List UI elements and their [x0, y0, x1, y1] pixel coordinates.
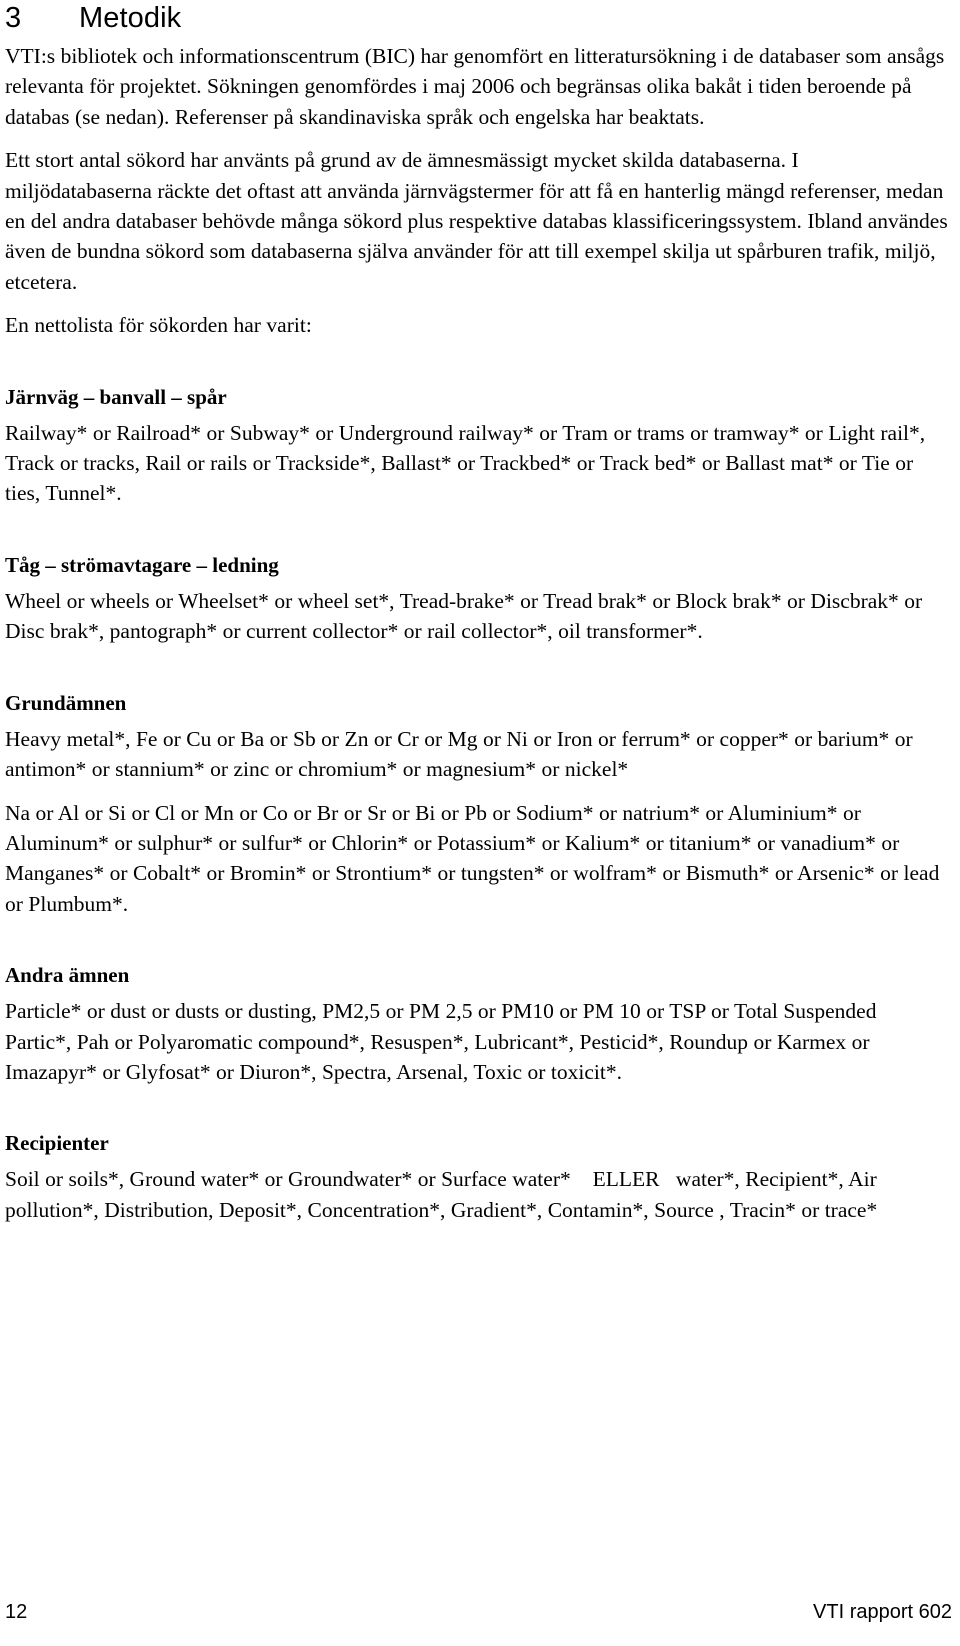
- footer-page-number: 12: [5, 1601, 28, 1623]
- page-content: 3 Metodik VTI:s bibliotek och informatio…: [5, 0, 948, 1225]
- section-body-grundamnen-2: Na or Al or Si or Cl or Mn or Co or Br o…: [5, 800, 940, 916]
- chapter-number: 3: [5, 2, 22, 34]
- section-body-jarnvag: Railway* or Railroad* or Subway* or Unde…: [5, 420, 926, 506]
- section-body-andra-amnen: Particle* or dust or dusts or dusting, P…: [5, 999, 877, 1084]
- section-body-grundamnen-1: Heavy metal*, Fe or Cu or Ba or Sb or Zn…: [5, 726, 913, 782]
- document-page: 3 Metodik VTI:s bibliotek och informatio…: [0, 0, 960, 1646]
- section-body-tag: Wheel or wheels or Wheelset* or wheel se…: [5, 588, 923, 644]
- section-heading-grundamnen: Grundämnen: [5, 690, 127, 715]
- page-footer: 12 VTI rapport 602: [5, 1600, 952, 1624]
- footer-report-reference: VTI rapport 602: [813, 1601, 952, 1623]
- section-heading-tag: Tåg – strömavtagare – ledning: [5, 552, 279, 577]
- page-title: 3 Metodik: [5, 0, 948, 33]
- intro-paragraph-3: En nettolista för sökorden har varit:: [5, 313, 312, 338]
- section-heading-recipienter: Recipienter: [5, 1131, 109, 1156]
- intro-paragraph-1: VTI:s bibliotek och informationscentrum …: [5, 44, 945, 129]
- intro-paragraph-2: Ett stort antal sökord har använts på gr…: [5, 148, 948, 294]
- section-heading-jarnvag: Järnväg – banvall – spår: [5, 384, 227, 409]
- chapter-title: Metodik: [79, 2, 182, 34]
- section-body-recipienter: Soil or soils*, Ground water* or Groundw…: [5, 1167, 883, 1222]
- section-heading-andra-amnen: Andra ämnen: [5, 963, 130, 988]
